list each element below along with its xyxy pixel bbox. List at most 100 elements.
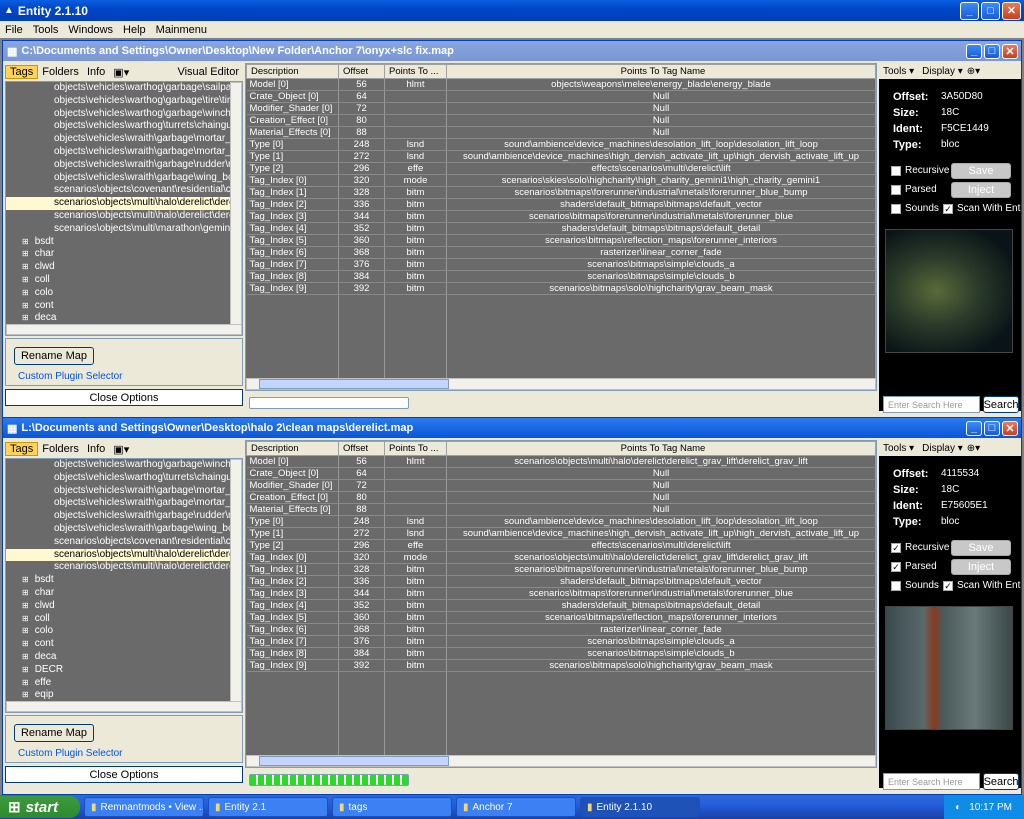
tree-node[interactable]: scenarios\objects\multi\halo\derelict\de… (6, 548, 242, 562)
taskbar-item[interactable]: ▮ tags (332, 797, 452, 817)
maximize-button[interactable]: □ (981, 1, 1000, 20)
table-row[interactable]: Tag_Index [5] 360 bitm scenarios\bitmaps\re… (246, 234, 876, 247)
tab-visual-editor[interactable]: Visual Editor (173, 66, 243, 78)
close-options-button[interactable]: Close Options (5, 766, 243, 783)
custom-plugin-link[interactable]: Custom Plugin Selector (18, 371, 123, 382)
tree-node[interactable]: scenarios\objects\multi\marathon\gemini\… (6, 223, 242, 236)
table-row[interactable]: Tag_Index [0] 320 mode scenarios\skies\solo… (246, 174, 876, 187)
expand-icon[interactable]: ⊞ (22, 678, 29, 687)
column-header[interactable]: Offset (338, 441, 385, 456)
minimize-button[interactable]: _ (966, 43, 982, 59)
column-header[interactable]: Points To Tag Name (446, 441, 876, 456)
table-row[interactable]: Tag_Index [8] 384 bitm scenarios\bitmaps\si… (246, 270, 876, 283)
image-dropdown-icon[interactable]: ▣▾ (109, 66, 133, 79)
maximize-button[interactable]: □ (984, 420, 1000, 436)
grid-hscrollbar[interactable] (246, 378, 876, 390)
tree-node[interactable]: ⊞ cont (6, 638, 242, 651)
add-icon[interactable]: ⊕▾ (967, 443, 980, 454)
table-row[interactable]: Type [2] 296 effe effects\scenarios\multi\d… (246, 539, 876, 552)
menu-item[interactable]: Mainmenu (151, 24, 212, 36)
expand-icon[interactable]: ⊞ (22, 690, 29, 699)
image-dropdown-icon[interactable]: ▣▾ (109, 443, 133, 456)
search-input[interactable]: Enter Search Here (883, 396, 980, 413)
table-row[interactable]: Type [2] 296 effe effects\scenarios\multi\d… (246, 162, 876, 175)
search-button[interactable]: Search (983, 773, 1019, 790)
close-button[interactable]: ✕ (1002, 43, 1018, 59)
expand-icon[interactable]: ⊞ (22, 601, 29, 610)
save-button[interactable]: Save (951, 540, 1011, 556)
table-row[interactable]: Tag_Index [4] 352 bitm shaders\default_bitm… (246, 222, 876, 235)
table-row[interactable]: Tag_Index [3] 344 bitm scenarios\bitmaps\fo… (246, 210, 876, 223)
taskbar-item[interactable]: ▮ Remnantmods • View ... (84, 797, 204, 817)
tree-vscrollbar[interactable] (230, 82, 242, 335)
tree-node[interactable]: objects\vehicles\warthog\garbage\winch\w… (6, 459, 242, 472)
column-header[interactable]: Points To ... (384, 64, 447, 79)
tree-node[interactable]: objects\vehicles\wraith\garbage\mortar_h… (6, 146, 242, 159)
taskbar-item[interactable]: ▮ Entity 2.1 (208, 797, 328, 817)
table-row[interactable]: Creation_Effect [0] 80 Null (246, 491, 876, 504)
menu-item[interactable]: File (0, 24, 28, 36)
tools-menu[interactable]: Tools ▾ (879, 443, 918, 454)
tree-node[interactable]: objects\vehicles\wraith\garbage\rudder\r… (6, 159, 242, 172)
expand-icon[interactable]: ⊞ (22, 275, 29, 284)
tools-menu[interactable]: Tools ▾ (879, 66, 918, 77)
column-header[interactable]: Points To ... (384, 441, 447, 456)
tree-node[interactable]: scenarios\objects\multi\halo\derelict\de… (6, 561, 242, 574)
table-row[interactable]: Modifier_Shader [0] 72 Null (246, 479, 876, 492)
parsed-checkbox[interactable]: Parsed (891, 184, 937, 195)
expand-icon[interactable]: ⊞ (22, 626, 29, 635)
tree-node[interactable]: scenarios\objects\covenant\residential\c… (6, 536, 242, 549)
close-button[interactable]: ✕ (1002, 420, 1018, 436)
tree-node[interactable]: ⊞ coll (6, 274, 242, 287)
tree-node[interactable]: objects\vehicles\warthog\turrets\chaingu… (6, 472, 242, 485)
expand-icon[interactable]: ⊞ (22, 665, 29, 674)
inject-button[interactable]: Inject (951, 182, 1011, 198)
table-row[interactable]: Tag_Index [1] 328 bitm scenarios\bitmaps\fo… (246, 186, 876, 199)
tree-node[interactable]: objects\vehicles\wraith\garbage\wing_boo… (6, 172, 242, 185)
parsed-checkbox[interactable]: ✓ Parsed (891, 561, 937, 572)
tree-hscrollbar[interactable] (6, 701, 242, 712)
tree-node[interactable]: objects\vehicles\wraith\garbage\mortar_h… (6, 497, 242, 510)
table-row[interactable]: Creation_Effect [0] 80 Null (246, 114, 876, 127)
menu-item[interactable]: Windows (63, 24, 118, 36)
table-row[interactable]: Tag_Index [6] 368 bitm rasterizer\linear_co… (246, 246, 876, 259)
maximize-button[interactable]: □ (984, 43, 1000, 59)
custom-plugin-link[interactable]: Custom Plugin Selector (18, 748, 123, 759)
tree-node[interactable]: ⊞ clwd (6, 261, 242, 274)
expand-icon[interactable]: ⊞ (22, 575, 29, 584)
column-header[interactable]: Description (246, 64, 339, 79)
table-row[interactable]: Tag_Index [7] 376 bitm scenarios\bitmaps\si… (246, 258, 876, 271)
tab-tags[interactable]: Tags (5, 65, 39, 79)
inject-button[interactable]: Inject (951, 559, 1011, 575)
table-row[interactable]: Type [1] 272 lsnd sound\ambience\device_mac… (246, 150, 876, 163)
table-row[interactable]: Material_Effects [0] 88 Null (246, 126, 876, 139)
rename-map-button[interactable]: Rename Map (14, 724, 94, 742)
taskbar-item[interactable]: ▮ Entity 2.1.10 (580, 797, 700, 817)
tray-icon[interactable]: ◐ (955, 802, 961, 813)
tree-node[interactable]: ⊞ bsdt (6, 236, 242, 249)
table-row[interactable]: Tag_Index [8] 384 bitm scenarios\bitmaps\si… (246, 647, 876, 660)
search-input[interactable]: Enter Search Here (883, 773, 980, 790)
taskbar-item[interactable]: ▮ Anchor 7 (456, 797, 576, 817)
tree-node[interactable]: ⊞ char (6, 587, 242, 600)
table-row[interactable]: Model [0] 56 hlmt scenarios\objects\multi\h… (246, 455, 876, 468)
expand-icon[interactable]: ⊞ (22, 313, 29, 322)
column-header[interactable]: Offset (338, 64, 385, 79)
column-header[interactable]: Description (246, 441, 339, 456)
recursive-checkbox[interactable]: ✓ Recursive (891, 542, 949, 553)
tree-node[interactable]: ⊞ effe (6, 677, 242, 690)
rename-map-button[interactable]: Rename Map (14, 347, 94, 365)
table-row[interactable]: Crate_Object [0] 64 Null (246, 467, 876, 480)
table-row[interactable]: Tag_Index [3] 344 bitm scenarios\bitmaps\fo… (246, 587, 876, 600)
expand-icon[interactable]: ⊞ (22, 301, 29, 310)
recursive-checkbox[interactable]: Recursive (891, 165, 949, 176)
tree-node[interactable]: ⊞ colo (6, 287, 242, 300)
sounds-checkbox[interactable]: Sounds (891, 203, 939, 214)
tab-info[interactable]: Info (83, 443, 109, 455)
tree-node[interactable]: scenarios\objects\multi\halo\derelict\de… (6, 197, 242, 210)
table-row[interactable]: Tag_Index [6] 368 bitm rasterizer\linear_co… (246, 623, 876, 636)
expand-icon[interactable]: ⊞ (22, 262, 29, 271)
expand-icon[interactable]: ⊞ (22, 237, 29, 246)
close-options-button[interactable]: Close Options (5, 389, 243, 406)
table-row[interactable]: Type [0] 248 lsnd sound\ambience\device_mac… (246, 515, 876, 528)
